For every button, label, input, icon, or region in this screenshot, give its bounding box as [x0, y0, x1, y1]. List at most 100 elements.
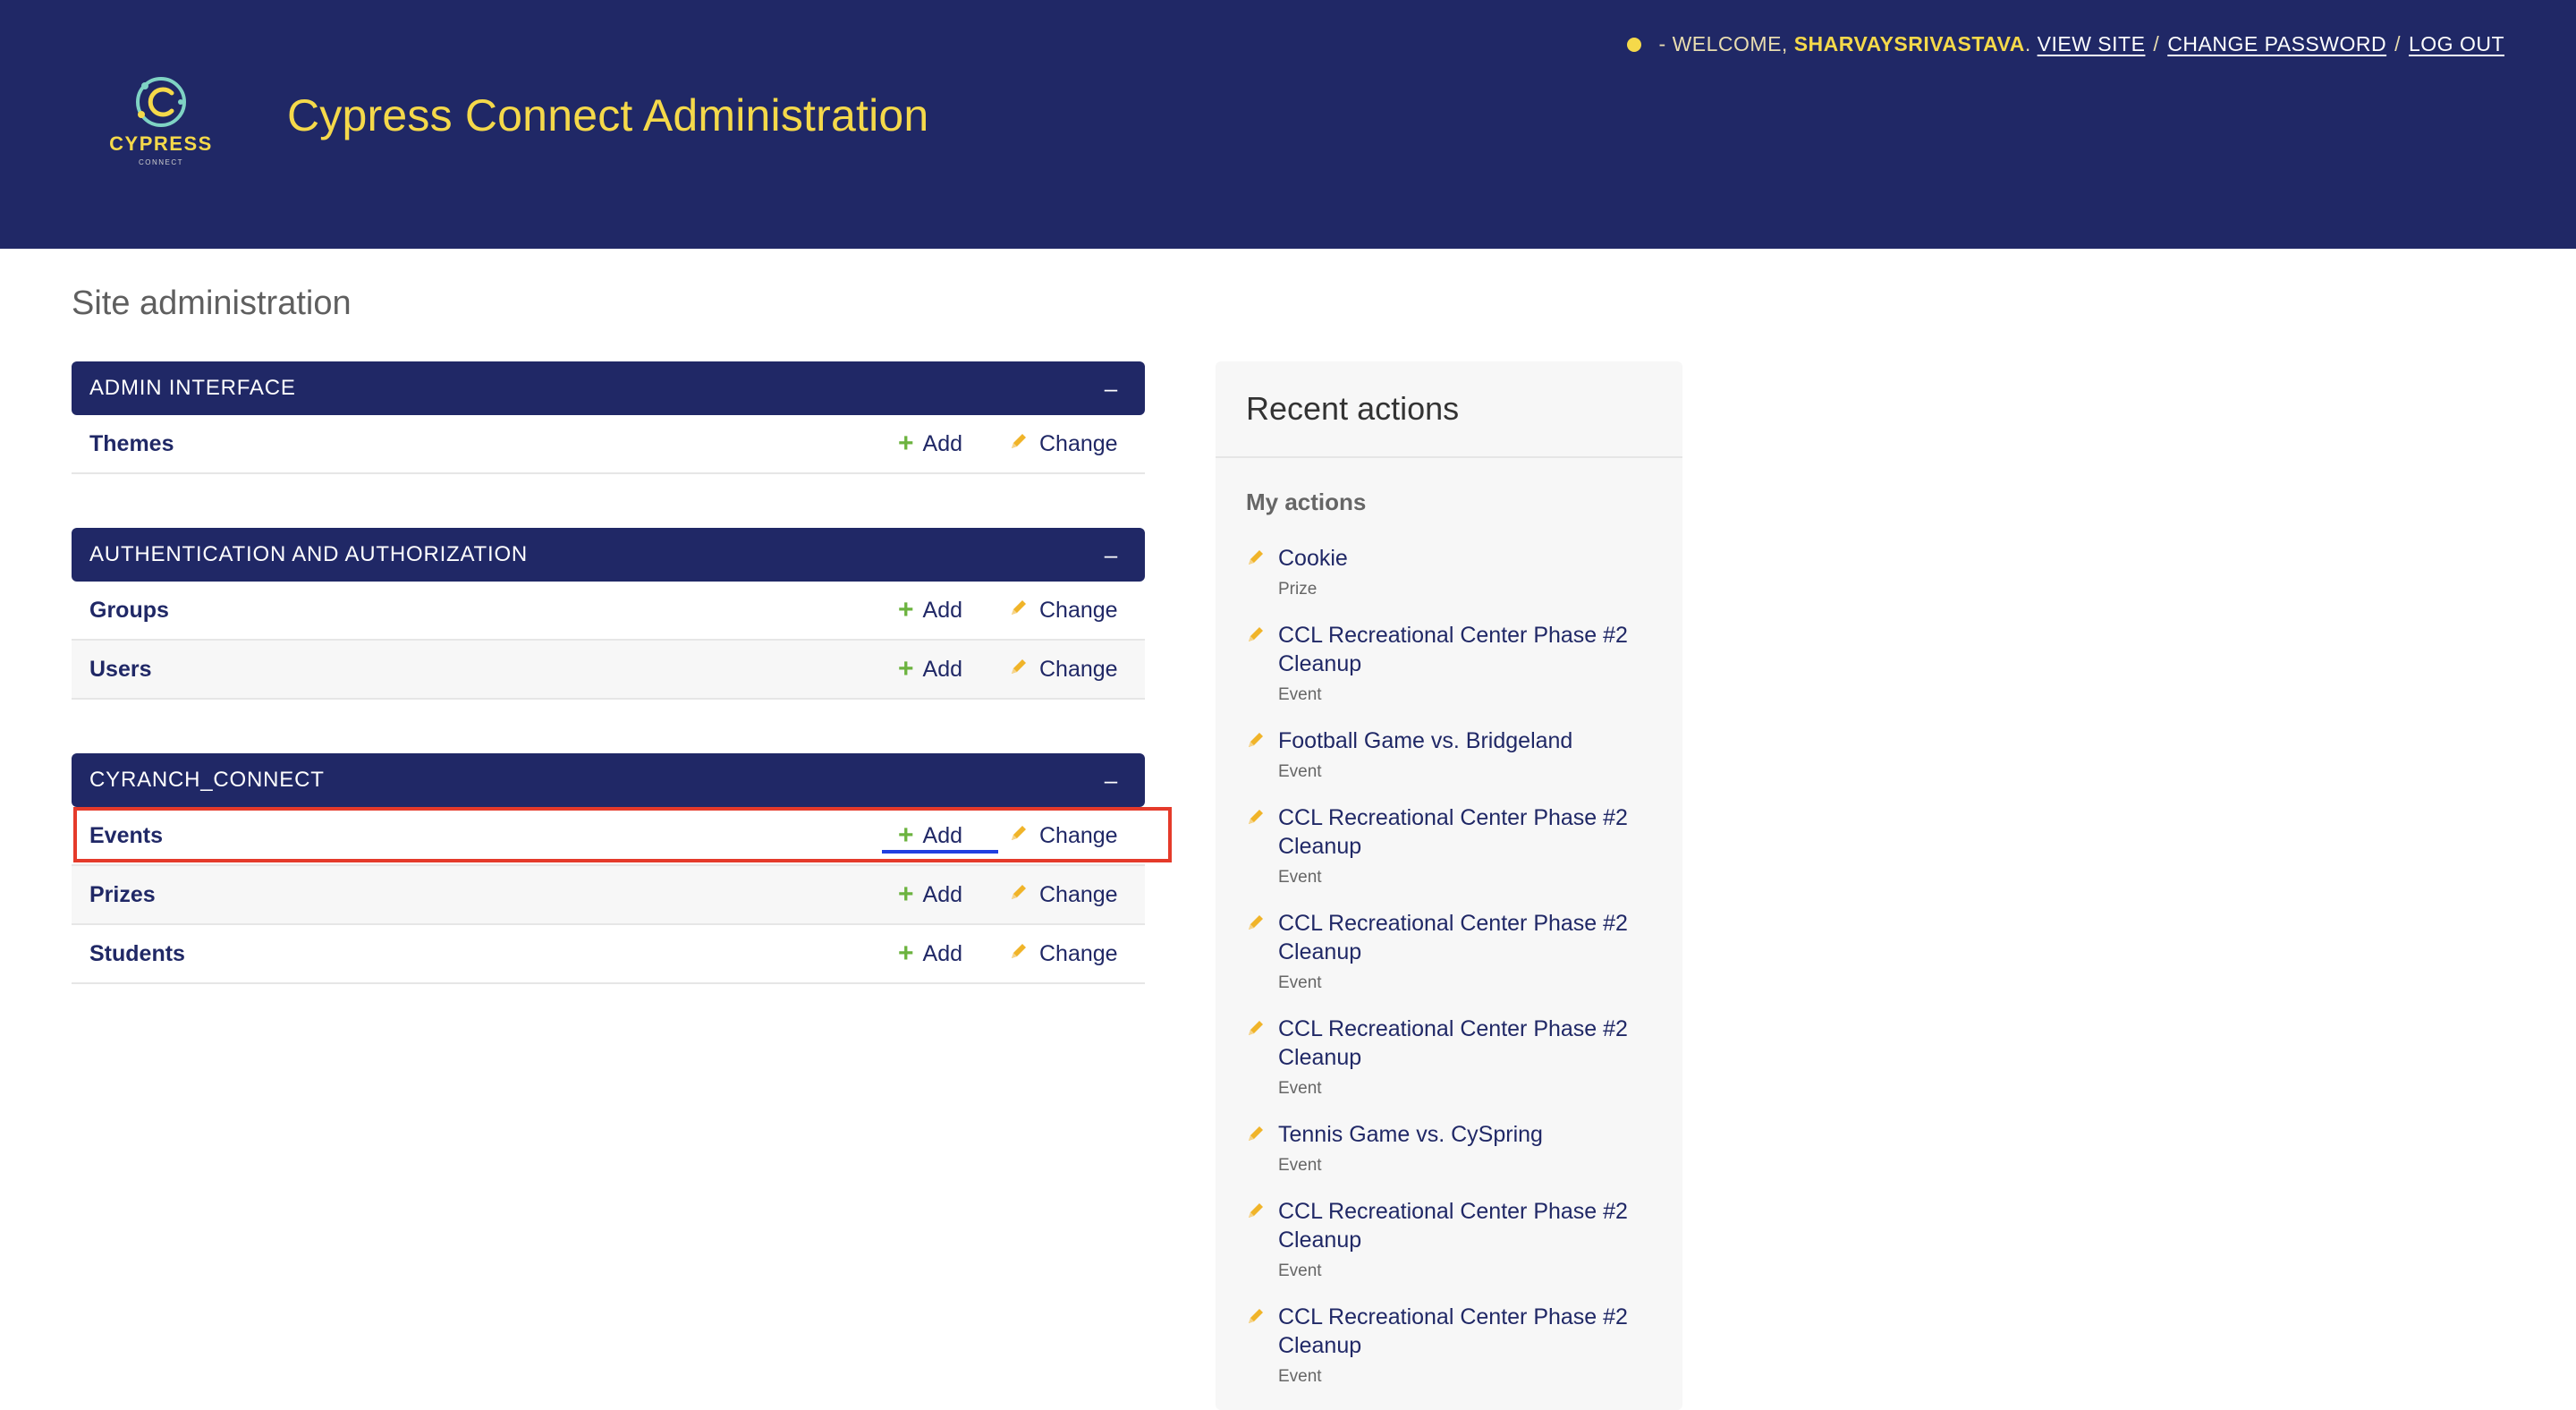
separator: /	[2394, 32, 2401, 55]
recent-action-type: Event	[1278, 685, 1322, 704]
plus-icon: +	[898, 879, 914, 909]
module-caption[interactable]: AUTHENTICATION AND AUTHORIZATION –	[72, 528, 1145, 582]
module-authentication: AUTHENTICATION AND AUTHORIZATION – Group…	[72, 528, 1145, 700]
logo-wordmark: CYPRESS	[109, 132, 213, 155]
add-prizes-button[interactable]: + Add	[898, 881, 962, 908]
module-cyranch-connect: CYRANCH_CONNECT – Events + Add Change Pri…	[72, 753, 1145, 984]
recent-action-link[interactable]: Tennis Game vs. CySpring	[1278, 1120, 1666, 1149]
page-title: Site administration	[72, 285, 352, 322]
separator: /	[2153, 32, 2160, 55]
recent-action-type: Event	[1278, 762, 1322, 781]
list-item: CCL Recreational Center Phase #2 Cleanup…	[1246, 621, 1666, 705]
collapse-toggle[interactable]: –	[1105, 767, 1118, 794]
list-item: CCL Recreational Center Phase #2 Cleanup…	[1246, 1197, 1666, 1281]
plus-icon: +	[898, 939, 914, 968]
username-suffix: .	[2024, 32, 2031, 55]
add-label: Add	[922, 430, 963, 456]
recent-action-type: Event	[1278, 1367, 1322, 1386]
model-row-themes: Themes + Add Change	[72, 415, 1145, 474]
my-actions-heading: My actions	[1246, 488, 1367, 515]
change-students-button[interactable]: Change	[1009, 941, 1118, 967]
model-row-users: Users + Add Change	[72, 641, 1145, 700]
change-label: Change	[1039, 940, 1118, 966]
module-caption-label: CYRANCH_CONNECT	[89, 768, 325, 792]
recent-actions-title: Recent actions	[1216, 361, 1682, 458]
pencil-icon	[1009, 882, 1029, 908]
list-item: CCL Recreational Center Phase #2 Cleanup…	[1246, 803, 1666, 888]
change-groups-button[interactable]: Change	[1009, 598, 1118, 624]
recent-action-link[interactable]: CCL Recreational Center Phase #2 Cleanup	[1278, 909, 1666, 966]
recent-action-type: Prize	[1278, 580, 1318, 599]
site-title[interactable]: Cypress Connect Administration	[287, 89, 928, 141]
logo-subtext: CONNECT	[139, 158, 183, 166]
change-themes-button[interactable]: Change	[1009, 431, 1118, 457]
module-caption[interactable]: CYRANCH_CONNECT –	[72, 753, 1145, 807]
username: SHARVAYSRIVASTAVA	[1793, 32, 2025, 55]
model-row-students: Students + Add Change	[72, 925, 1145, 984]
model-link-themes[interactable]: Themes	[89, 431, 1145, 457]
recent-action-link[interactable]: Football Game vs. Bridgeland	[1278, 726, 1666, 755]
recent-actions-panel: Recent actions My actions Cookie Prize C…	[1216, 361, 1682, 1410]
highlight-box	[73, 807, 1172, 862]
list-item: Football Game vs. Bridgeland Event	[1246, 726, 1666, 782]
pencil-icon	[1246, 548, 1266, 572]
change-users-button[interactable]: Change	[1009, 657, 1118, 683]
user-tools: - WELCOME, SHARVAYSRIVASTAVA. VIEW SITE …	[1626, 32, 2504, 56]
recent-action-type: Event	[1278, 1261, 1322, 1280]
pencil-icon	[1246, 1124, 1266, 1148]
recent-action-link[interactable]: CCL Recreational Center Phase #2 Cleanup	[1278, 1197, 1666, 1254]
model-row-groups: Groups + Add Change	[72, 582, 1145, 641]
status-dot-icon	[1626, 37, 1641, 52]
list-item: CCL Recreational Center Phase #2 Cleanup…	[1246, 909, 1666, 993]
add-users-button[interactable]: + Add	[898, 656, 962, 683]
recent-action-link[interactable]: Cookie	[1278, 544, 1666, 573]
recent-action-link[interactable]: CCL Recreational Center Phase #2 Cleanup	[1278, 1015, 1666, 1072]
header: CYPRESS CONNECT Cypress Connect Administ…	[0, 0, 2576, 249]
recent-action-type: Event	[1278, 1156, 1322, 1175]
model-link-users[interactable]: Users	[89, 657, 1145, 683]
welcome-text: - WELCOME,	[1658, 32, 1788, 55]
model-row-prizes: Prizes + Add Change	[72, 866, 1145, 925]
add-label: Add	[922, 881, 963, 907]
pencil-icon	[1246, 1201, 1266, 1225]
pencil-icon	[1009, 941, 1029, 967]
pencil-icon	[1246, 913, 1266, 937]
recent-action-link[interactable]: CCL Recreational Center Phase #2 Cleanup	[1278, 803, 1666, 861]
module-caption-label: ADMIN INTERFACE	[89, 376, 296, 400]
change-password-link[interactable]: CHANGE PASSWORD	[2167, 32, 2386, 56]
module-caption[interactable]: ADMIN INTERFACE –	[72, 361, 1145, 415]
recent-action-type: Event	[1278, 868, 1322, 887]
pencil-icon	[1009, 657, 1029, 683]
change-label: Change	[1039, 881, 1118, 907]
pencil-icon	[1246, 1018, 1266, 1042]
add-label: Add	[922, 656, 963, 682]
add-students-button[interactable]: + Add	[898, 940, 962, 967]
pencil-icon	[1246, 807, 1266, 831]
recent-action-link[interactable]: CCL Recreational Center Phase #2 Cleanup	[1278, 621, 1666, 678]
recent-actions-list: Cookie Prize CCL Recreational Center Pha…	[1246, 544, 1666, 1408]
change-prizes-button[interactable]: Change	[1009, 882, 1118, 908]
list-item: Tennis Game vs. CySpring Event	[1246, 1120, 1666, 1176]
pencil-icon	[1009, 431, 1029, 457]
add-label: Add	[922, 597, 963, 623]
add-themes-button[interactable]: + Add	[898, 430, 962, 457]
cypress-logo[interactable]: CYPRESS CONNECT	[98, 75, 224, 175]
add-label: Add	[922, 940, 963, 966]
collapse-toggle[interactable]: –	[1105, 541, 1118, 569]
view-site-link[interactable]: VIEW SITE	[2038, 32, 2146, 56]
model-link-students[interactable]: Students	[89, 941, 1145, 967]
model-link-groups[interactable]: Groups	[89, 598, 1145, 624]
change-label: Change	[1039, 597, 1118, 623]
add-groups-button[interactable]: + Add	[898, 597, 962, 624]
list-item: Cookie Prize	[1246, 544, 1666, 599]
pencil-icon	[1246, 624, 1266, 649]
log-out-link[interactable]: LOG OUT	[2409, 32, 2504, 56]
model-link-prizes[interactable]: Prizes	[89, 882, 1145, 908]
module-caption-label: AUTHENTICATION AND AUTHORIZATION	[89, 542, 529, 566]
module-admin-interface: ADMIN INTERFACE – Themes + Add Change	[72, 361, 1145, 474]
recent-action-link[interactable]: CCL Recreational Center Phase #2 Cleanup	[1278, 1303, 1666, 1360]
pencil-icon	[1246, 1306, 1266, 1330]
collapse-toggle[interactable]: –	[1105, 375, 1118, 403]
list-item: CCL Recreational Center Phase #2 Cleanup…	[1246, 1015, 1666, 1099]
recent-action-type: Event	[1278, 973, 1322, 992]
